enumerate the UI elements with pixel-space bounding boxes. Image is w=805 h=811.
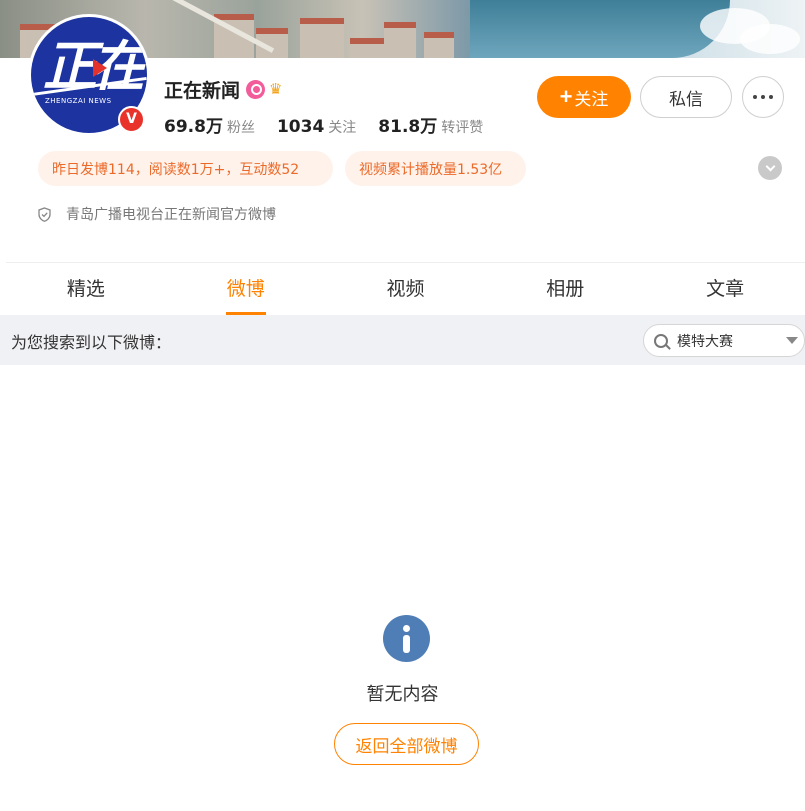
stat-label: 转评赞	[441, 120, 484, 136]
avatar-logo-subtext: ZHENGZAI NEWS	[45, 97, 112, 105]
stat-label: 关注	[328, 120, 357, 136]
verified-badge-icon: V	[118, 106, 145, 133]
expand-toggle[interactable]	[758, 156, 782, 180]
stat-value: 1034	[276, 117, 325, 137]
profile-stats: 69.8万 粉丝 1034 关注 81.8万 转评赞	[164, 112, 505, 137]
empty-message: 暂无内容	[366, 684, 439, 705]
video-stats-pill[interactable]: 视频累计播放量1.53亿	[345, 151, 526, 186]
search-icon	[654, 333, 668, 348]
caret-down-icon[interactable]	[786, 337, 798, 344]
daily-stats-pill[interactable]: 昨日发博114，阅读数1万+，互动数52	[38, 151, 333, 186]
tab-weibo[interactable]: 微博	[166, 263, 326, 315]
search-value: 模特大赛	[677, 333, 733, 350]
profile-name: 正在新闻	[164, 79, 241, 102]
pink-badge-icon[interactable]	[246, 79, 266, 99]
stat-value: 81.8万	[378, 117, 438, 137]
more-dots-icon-dot	[769, 95, 773, 99]
tab-articles[interactable]: 文章	[645, 263, 805, 315]
chevron-down-icon	[765, 161, 775, 171]
avatar-logo-text: 正在	[43, 34, 145, 98]
stat-label: 粉丝	[226, 120, 255, 136]
tab-album[interactable]: 相册	[485, 263, 645, 315]
tab-featured[interactable]: 精选	[6, 263, 166, 315]
follow-button[interactable]: + 关注	[537, 76, 631, 118]
info-icon	[383, 615, 430, 662]
tab-video[interactable]: 视频	[326, 263, 486, 315]
stat-value: 69.8万	[164, 117, 223, 137]
crown-icon[interactable]: ♛	[269, 80, 282, 98]
profile-name-row: 正在新闻 ♛	[164, 76, 282, 102]
plus-icon: +	[559, 84, 573, 109]
more-dots-icon-dot	[761, 95, 765, 99]
profile-description: 青岛广播电视台正在新闻官方微博	[38, 204, 276, 224]
play-icon	[93, 59, 107, 77]
back-to-all-button[interactable]: 返回全部微博	[334, 723, 479, 765]
more-button[interactable]	[742, 76, 784, 118]
search-input[interactable]: 模特大赛	[643, 324, 805, 357]
message-button[interactable]: 私信	[640, 76, 732, 118]
more-dots-icon	[753, 95, 757, 99]
search-bar: 为您搜索到以下微博： 模特大赛	[0, 315, 805, 365]
follow-label: 关注	[574, 89, 609, 109]
stat-interactions[interactable]: 81.8万 转评赞	[378, 112, 483, 137]
search-result-hint: 为您搜索到以下微博：	[11, 333, 172, 352]
shield-icon	[38, 206, 51, 222]
stat-followers[interactable]: 69.8万 粉丝	[164, 112, 255, 137]
stat-following[interactable]: 1034 关注	[277, 117, 356, 137]
profile-tabs: 精选 微博 视频 相册 文章	[6, 262, 805, 315]
description-text: 青岛广播电视台正在新闻官方微博	[66, 207, 276, 223]
